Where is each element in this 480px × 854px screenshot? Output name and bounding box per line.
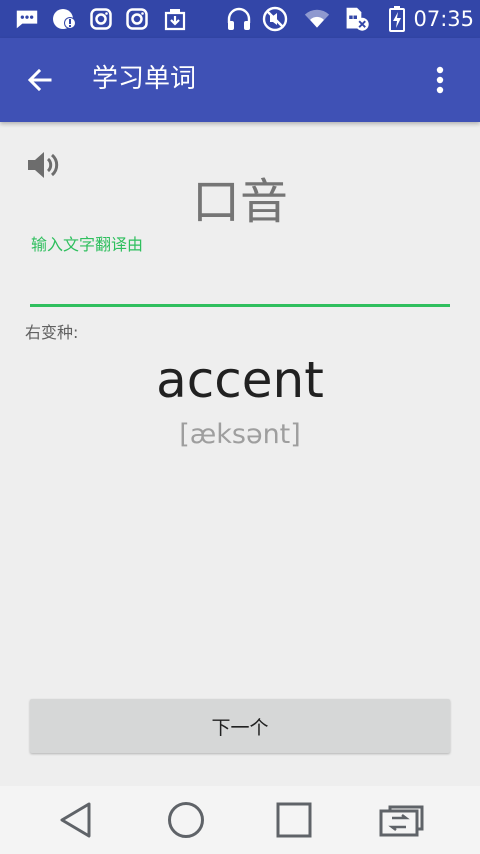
page-title: 学习单词 — [92, 64, 197, 94]
more-vert-icon[interactable] — [418, 58, 462, 102]
cloud-alert-icon — [52, 6, 78, 32]
battery-charging-icon — [384, 6, 410, 32]
sim-error-icon — [344, 6, 370, 32]
screen-switch-icon[interactable] — [378, 798, 426, 842]
back-triangle-icon[interactable] — [52, 798, 100, 842]
variant-label: 右变种: — [25, 323, 79, 342]
answer-word: accent — [156, 351, 324, 409]
mute-icon — [262, 6, 288, 32]
input-underline — [30, 304, 450, 307]
instagram-icon — [88, 6, 114, 32]
input-label: 输入文字翻译由 — [31, 235, 144, 254]
translation-input[interactable] — [30, 262, 450, 302]
instagram-icon — [124, 6, 150, 32]
clock: 07:35 — [413, 7, 474, 31]
prompt-word: 口音 — [191, 174, 288, 230]
app-bar: 学习单词 — [0, 38, 480, 122]
download-box-icon — [162, 6, 188, 32]
phonetic: [æksənt] — [179, 419, 301, 450]
next-button[interactable]: 下一个 — [30, 699, 450, 753]
home-circle-icon[interactable] — [162, 798, 210, 842]
headphones-icon — [226, 6, 252, 32]
navigation-bar — [0, 786, 480, 854]
status-bar: 07:35 — [0, 0, 480, 38]
wifi-icon — [304, 6, 330, 32]
arrow-back-icon[interactable] — [18, 58, 62, 102]
chat-bubble-icon — [14, 6, 40, 32]
recents-square-icon[interactable] — [270, 798, 318, 842]
